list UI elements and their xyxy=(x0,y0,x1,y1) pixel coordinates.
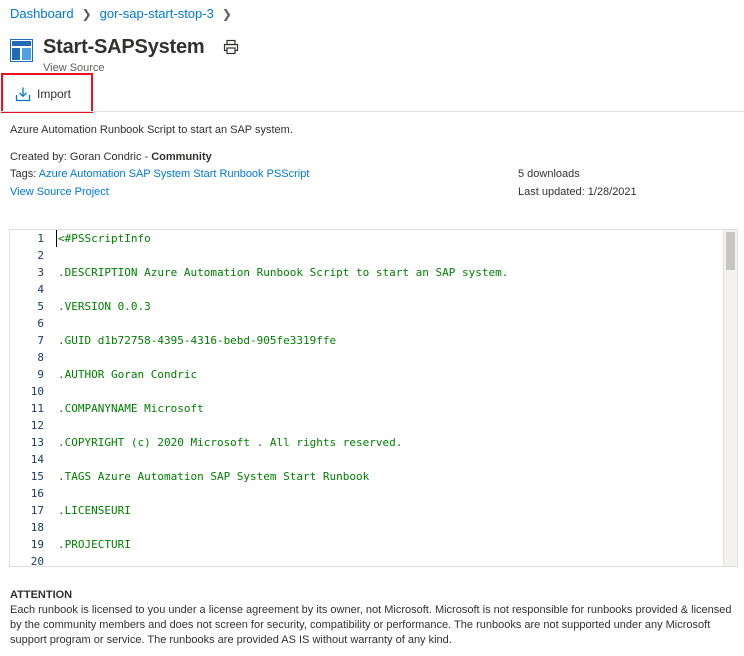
created-by: Created by: Goran Condric - Community xyxy=(10,151,212,163)
code-line: 11 .COMPANYNAME Microsoft xyxy=(10,400,724,417)
attention-title: ATTENTION xyxy=(10,589,73,601)
page-header: Start-SAPSystem View Source xyxy=(10,35,239,74)
line-number: 5 xyxy=(37,300,44,313)
line-number: 4 xyxy=(37,283,44,296)
created-by-type: Community xyxy=(151,151,212,163)
code-line: 10 xyxy=(10,383,724,400)
line-number: 17 xyxy=(30,504,44,517)
line-number: 3 xyxy=(37,266,44,279)
last-updated: Last updated: 1/28/2021 xyxy=(518,186,637,198)
title-block: Start-SAPSystem View Source xyxy=(43,35,239,74)
code-line: 13 .COPYRIGHT (c) 2020 Microsoft . All ri… xyxy=(10,434,724,451)
tags-link[interactable]: Azure Automation SAP System Start Runboo… xyxy=(39,168,310,180)
breadcrumb-dashboard[interactable]: Dashboard xyxy=(10,6,74,21)
code-line: 17 .LICENSEURI xyxy=(10,502,724,519)
code-line: 12 xyxy=(10,417,724,434)
line-number: 16 xyxy=(30,487,44,500)
attention-notice: ATTENTION Each runbook is licensed to yo… xyxy=(10,588,734,648)
line-text: .LICENSEURI xyxy=(58,504,131,517)
line-number: 8 xyxy=(37,351,44,364)
import-icon xyxy=(15,87,31,102)
code-line: 9 .AUTHOR Goran Condric xyxy=(10,366,724,383)
download-count: 5 downloads xyxy=(518,168,580,180)
line-number: 15 xyxy=(30,470,44,483)
line-number: 12 xyxy=(30,419,44,432)
line-number: 13 xyxy=(30,436,44,449)
created-by-text: Created by: Goran Condric - xyxy=(10,151,152,163)
runbook-description: Azure Automation Runbook Script to start… xyxy=(10,124,293,136)
line-text: .COMPANYNAME Microsoft xyxy=(58,402,204,415)
attention-text: Each runbook is licensed to you under a … xyxy=(10,604,732,646)
chevron-right-icon: ❯ xyxy=(221,6,232,21)
code-line: 5 .VERSION 0.0.3 xyxy=(10,298,724,315)
line-text: .TAGS Azure Automation SAP System Start … xyxy=(58,470,370,483)
scrollbar-thumb[interactable] xyxy=(726,232,735,270)
code-line: 8 xyxy=(10,349,724,366)
code-line: 1 <#PSScriptInfo xyxy=(10,230,724,247)
title-row: Start-SAPSystem xyxy=(43,35,239,59)
line-number: 6 xyxy=(37,317,44,330)
code-line: 2 xyxy=(10,247,724,264)
line-number: 1 xyxy=(37,232,44,245)
line-text: .PROJECTURI xyxy=(58,538,131,551)
line-number: 10 xyxy=(30,385,44,398)
import-label: Import xyxy=(37,87,72,101)
import-button[interactable]: Import xyxy=(15,86,71,102)
runbook-icon xyxy=(10,39,33,62)
line-number: 19 xyxy=(30,538,44,551)
line-number: 20 xyxy=(30,555,44,567)
line-text: .AUTHOR Goran Condric xyxy=(58,368,198,381)
page-title: Start-SAPSystem xyxy=(43,36,205,58)
code-line: 6 xyxy=(10,315,724,332)
toolbar-divider xyxy=(0,111,744,112)
code-line: 3 .DESCRIPTION Azure Automation Runbook S… xyxy=(10,264,724,281)
code-line: 19 .PROJECTURI xyxy=(10,536,724,553)
code-line: 20 xyxy=(10,553,724,567)
code-line: 14 xyxy=(10,451,724,468)
code-scrollbar[interactable] xyxy=(723,230,737,566)
tags: Tags: Azure Automation SAP System Start … xyxy=(10,168,309,180)
line-number: 14 xyxy=(30,453,44,466)
print-icon[interactable] xyxy=(223,39,239,55)
code-line: 18 xyxy=(10,519,724,536)
code-viewer[interactable]: 1 <#PSScriptInfo 2 3 .DESCRIPTION Azure Auto… xyxy=(9,229,738,567)
line-number: 18 xyxy=(30,521,44,534)
tags-label: Tags: xyxy=(10,168,39,180)
breadcrumb: Dashboard ❯ gor-sap-start-stop-3 ❯ xyxy=(10,6,240,21)
line-text: .COPYRIGHT (c) 2020 Microsoft . All righ… xyxy=(58,436,403,449)
chevron-right-icon: ❯ xyxy=(81,6,92,21)
line-number: 9 xyxy=(37,368,44,381)
line-text: .DESCRIPTION Azure Automation Runbook Sc… xyxy=(58,266,509,279)
code-line: 15 .TAGS Azure Automation SAP System Star… xyxy=(10,468,724,485)
code-line: 4 xyxy=(10,281,724,298)
view-source-project-link[interactable]: View Source Project xyxy=(10,186,109,198)
line-number: 7 xyxy=(37,334,44,347)
code-lines: 1 <#PSScriptInfo 2 3 .DESCRIPTION Azure Auto… xyxy=(10,230,724,567)
line-text: <#PSScriptInfo xyxy=(56,230,151,247)
line-number: 2 xyxy=(37,249,44,262)
code-line: 7 .GUID d1b72758-4395-4316-bebd-905fe3319… xyxy=(10,332,724,349)
line-text: .GUID d1b72758-4395-4316-bebd-905fe3319f… xyxy=(58,334,337,347)
code-line: 16 xyxy=(10,485,724,502)
line-text: .VERSION 0.0.3 xyxy=(58,300,151,313)
line-number: 11 xyxy=(30,402,44,415)
breadcrumb-resource[interactable]: gor-sap-start-stop-3 xyxy=(100,6,214,21)
